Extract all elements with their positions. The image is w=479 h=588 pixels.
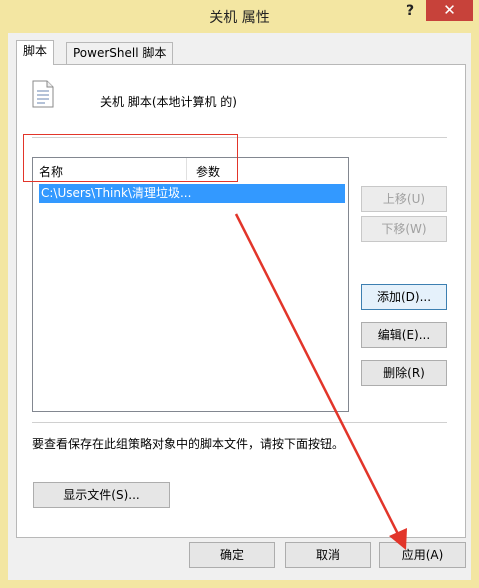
move-down-button[interactable]: 下移(W) [361,216,447,242]
close-button[interactable]: ✕ [426,0,473,21]
hint-text: 要查看保存在此组策略对象中的脚本文件，请按下面按钮。 [32,437,345,451]
edit-button[interactable]: 编辑(E)... [361,322,447,348]
add-button[interactable]: 添加(D)... [361,284,447,310]
script-icon [32,80,54,108]
tab-powershell-scripts[interactable]: PowerShell 脚本 [66,42,174,64]
ok-button[interactable]: 确定 [189,542,275,568]
scripts-list[interactable]: 名称 参数 C:\Users\Think\清理垃圾... [32,157,349,412]
title-bar[interactable]: 关机 属性 ? ✕ [0,0,479,33]
separator-bottom [32,422,447,423]
annotation-highlight-box [23,134,238,182]
move-up-button[interactable]: 上移(U) [361,186,447,212]
apply-button[interactable]: 应用(A) [379,542,466,568]
scripts-header: 关机 脚本(本地计算机 的) [100,95,237,109]
show-files-button[interactable]: 显示文件(S)... [33,482,170,508]
tab-scripts[interactable]: 脚本 [16,40,55,65]
help-button[interactable]: ? [400,2,420,20]
cancel-button[interactable]: 取消 [285,542,371,568]
list-row-selected[interactable]: C:\Users\Think\清理垃圾... [39,184,345,203]
dialog-client: 脚本 PowerShell 脚本 关机 脚本(本地计算机 的) 名称 参数 C:… [8,33,471,580]
delete-button[interactable]: 删除(R) [361,360,447,386]
properties-window: 关机 属性 ? ✕ 脚本 PowerShell 脚本 关机 脚本(本地计算机 的… [0,0,479,588]
